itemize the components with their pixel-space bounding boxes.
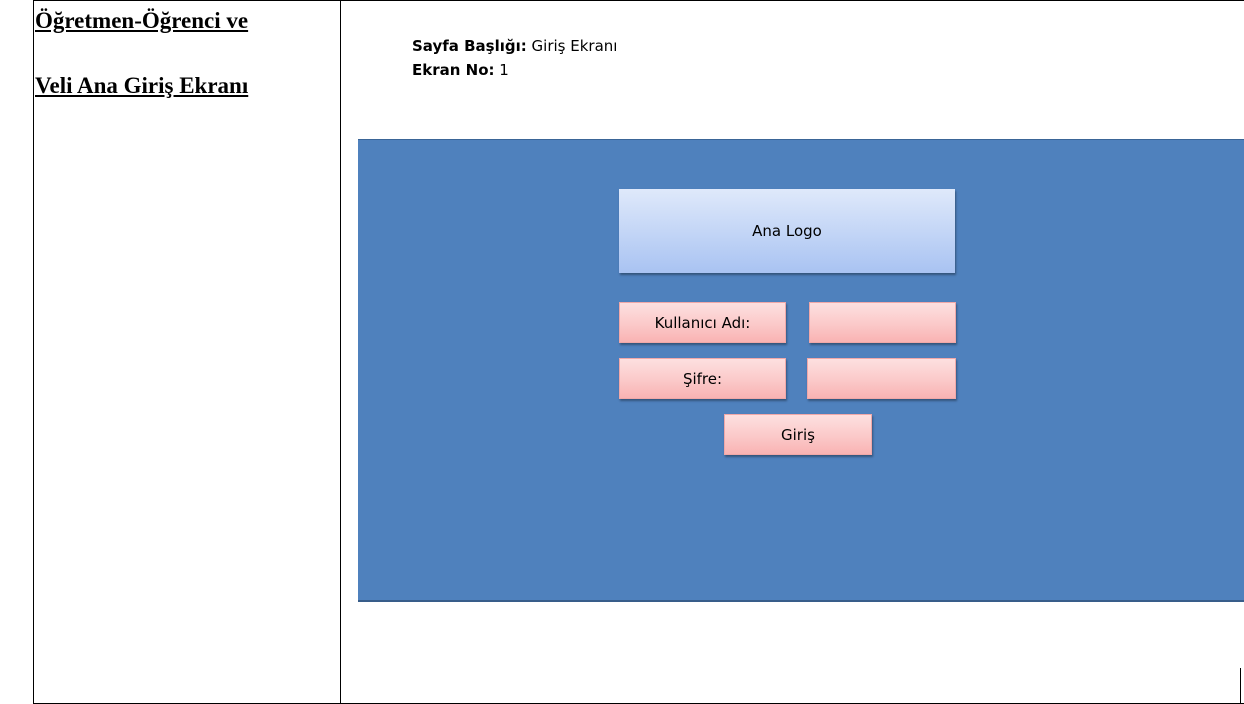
login-button-label: Giriş xyxy=(781,425,815,444)
username-label-text: Kullanıcı Adı: xyxy=(654,313,751,332)
document-title-line-2: Veli Ana Giriş Ekranı xyxy=(35,73,249,98)
main-logo: Ana Logo xyxy=(619,189,955,273)
document-title-line-1: Öğretmen-Öğrenci ve xyxy=(35,8,249,33)
username-label: Kullanıcı Adı: xyxy=(619,302,786,343)
table-column-divider xyxy=(340,0,341,704)
password-input[interactable] xyxy=(807,358,956,399)
screen-no-row: Ekran No: 1 xyxy=(412,58,617,82)
page-title-label: Sayfa Başlığı: xyxy=(412,37,527,55)
main-logo-label: Ana Logo xyxy=(752,222,822,240)
page-meta: Sayfa Başlığı: Giriş Ekranı Ekran No: 1 xyxy=(412,34,617,82)
screen-no-label: Ekran No: xyxy=(412,61,495,79)
password-label-text: Şifre: xyxy=(682,369,723,388)
table-left-border xyxy=(33,0,34,704)
table-right-border-fragment xyxy=(1240,668,1241,704)
username-input[interactable] xyxy=(809,302,956,343)
page-title-row: Sayfa Başlığı: Giriş Ekranı xyxy=(412,34,617,58)
table-top-border xyxy=(33,0,1244,1)
screen-no-value: 1 xyxy=(494,61,509,79)
page-title-value: Giriş Ekranı xyxy=(526,37,618,55)
document-title: Öğretmen-Öğrenci ve Veli Ana Giriş Ekran… xyxy=(35,4,335,103)
login-button[interactable]: Giriş xyxy=(724,414,872,455)
password-label: Şifre: xyxy=(619,358,786,399)
